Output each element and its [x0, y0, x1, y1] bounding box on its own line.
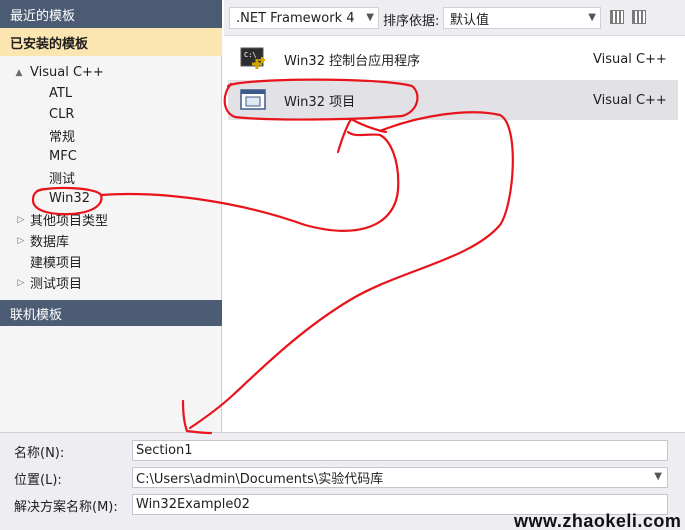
location-input-value: C:\Users\admin\Documents\实验代码库 — [136, 472, 384, 487]
sort-by-label: 排序依据: — [383, 14, 440, 29]
expanded-arrow-icon[interactable]: ▲ — [12, 68, 26, 78]
tree-item-win32[interactable]: Win32 — [49, 188, 90, 209]
arrow-head-up — [336, 117, 388, 154]
template-tree-panel: 最近的模板 已安装的模板 ▲ Visual C++ ATL CLR 常规 MFC… — [0, 0, 222, 432]
chevron-down-icon: ▼ — [366, 12, 374, 23]
tree-item-label: Visual C++ — [30, 65, 104, 80]
tree-item-mfc[interactable]: MFC — [49, 146, 77, 167]
online-templates-header[interactable]: 联机模板 — [0, 300, 222, 326]
installed-templates-label: 已安装的模板 — [10, 36, 89, 52]
installed-templates-header[interactable]: 已安装的模板 — [0, 28, 222, 56]
tree-item-test[interactable]: 测试 — [49, 167, 75, 188]
template-item-win32-console[interactable]: C:\ Win32 控制台应用程序 Visual C++ — [228, 39, 678, 79]
template-language: Visual C++ — [593, 51, 667, 67]
tree-item-label: MFC — [49, 149, 77, 164]
sort-select[interactable]: 默认值 ▼ — [443, 7, 601, 29]
template-name: Win32 项目 — [284, 94, 356, 110]
collapsed-arrow-icon[interactable]: ▷ — [14, 215, 28, 225]
tree-item-other-project-types[interactable]: ▷ 其他项目类型 — [14, 209, 108, 230]
watermark-text: www.zhaokeli.com — [514, 511, 682, 530]
tree-item-label: 数据库 — [30, 235, 70, 250]
location-label: 位置(L): — [14, 473, 62, 488]
sort-select-value: 默认值 — [450, 12, 490, 28]
framework-select[interactable]: .NET Framework 4 ▼ — [229, 7, 379, 29]
medium-icons-view-icon[interactable] — [610, 10, 624, 24]
tree-item-visual-cpp[interactable]: ▲ Visual C++ — [12, 62, 104, 83]
name-input-value: Section1 — [136, 443, 193, 458]
tree-item-database[interactable]: ▷ 数据库 — [14, 230, 69, 251]
tree-item-label: 常规 — [49, 130, 76, 145]
tree-item-test-projects[interactable]: ▷ 测试项目 — [14, 272, 82, 293]
online-templates-label: 联机模板 — [10, 307, 63, 323]
template-name: Win32 控制台应用程序 — [284, 53, 421, 69]
tree-item-label: ATL — [49, 86, 73, 101]
long-curve-to-form — [188, 111, 514, 430]
framework-select-value: .NET Framework 4 — [236, 10, 355, 26]
recent-templates-header[interactable]: 最近的模板 — [0, 0, 222, 28]
chevron-down-icon: ▼ — [588, 12, 596, 23]
tree-item-label: Win32 — [49, 191, 90, 206]
chevron-down-icon[interactable]: ▼ — [654, 471, 662, 482]
location-input[interactable]: C:\Users\admin\Documents\实验代码库 ▼ — [132, 467, 668, 488]
name-label: 名称(N): — [14, 446, 65, 461]
solution-name-input-value: Win32Example02 — [136, 497, 250, 512]
tree-item-label: CLR — [49, 107, 75, 122]
tree-item-modeling-projects[interactable]: 建模项目 — [30, 251, 82, 272]
tree-item-atl[interactable]: ATL — [49, 83, 72, 104]
tree-item-label: 测试 — [49, 172, 76, 187]
collapsed-arrow-icon[interactable]: ▷ — [14, 278, 28, 288]
name-input[interactable]: Section1 — [132, 440, 668, 461]
tree-item-label: 测试项目 — [30, 277, 83, 292]
recent-templates-label: 最近的模板 — [10, 8, 76, 24]
console-app-icon: C:\ — [240, 47, 265, 69]
tree-item-general[interactable]: 常规 — [49, 125, 75, 146]
template-item-win32-project[interactable]: Win32 项目 Visual C++ — [228, 80, 678, 120]
collapsed-arrow-icon[interactable]: ▷ — [14, 236, 28, 246]
solution-name-label: 解决方案名称(M): — [14, 500, 118, 515]
template-language: Visual C++ — [593, 92, 667, 108]
svg-text:C:\: C:\ — [244, 51, 257, 59]
tree-item-label: 其他项目类型 — [30, 214, 109, 229]
tree-item-clr[interactable]: CLR — [49, 104, 74, 125]
window-project-icon — [240, 89, 266, 110]
tree-item-label: 建模项目 — [30, 256, 83, 271]
small-icons-view-icon[interactable] — [632, 10, 646, 24]
